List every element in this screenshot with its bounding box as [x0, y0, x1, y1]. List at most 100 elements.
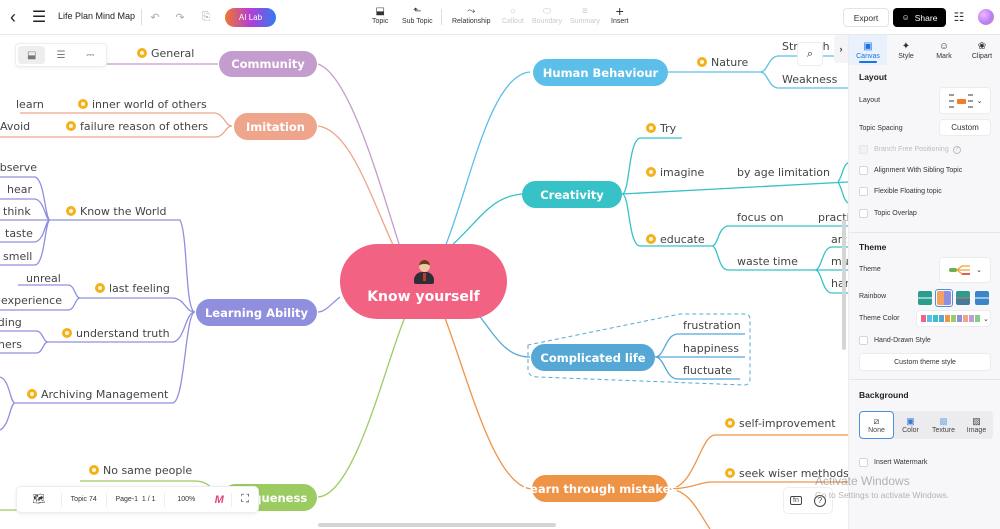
branch-free-positioning-checkbox[interactable]: Branch Free Positioning?: [859, 145, 961, 154]
background-color-button[interactable]: ▣ Color: [894, 411, 927, 439]
topic-button[interactable]: ⬓ Topic: [372, 5, 388, 25]
insert-watermark-checkbox[interactable]: Insert Watermark: [859, 458, 927, 467]
search-button[interactable]: ⌕: [797, 42, 823, 66]
menu-button[interactable]: ☰: [30, 7, 48, 27]
subtopic-try[interactable]: Try: [646, 122, 676, 136]
leaf-hear[interactable]: hear: [7, 183, 32, 197]
presentation-view-button[interactable]: ⎓: [77, 46, 104, 64]
topic-icon: ⬓: [375, 6, 385, 17]
background-texture-button[interactable]: ▩ Texture: [927, 411, 960, 439]
formula-icon[interactable]: fn: [790, 496, 802, 505]
subtopic-imagine[interactable]: imagine: [646, 166, 704, 180]
subtopic-last-feeling[interactable]: last feeling: [95, 282, 170, 296]
app-logo-button[interactable]: M: [207, 487, 231, 512]
status-bar: 🗺︎ Topic 74 Page-1 1 / 1 100% M ⛶: [16, 486, 259, 513]
ai-lab-button[interactable]: AI Lab: [225, 8, 276, 27]
theme-select[interactable]: ⌄: [939, 257, 991, 283]
back-button[interactable]: ‹: [5, 7, 21, 27]
undo-button[interactable]: ↶: [148, 9, 162, 25]
tab-style[interactable]: ✦ Style: [887, 35, 925, 65]
leaf-taste[interactable]: taste: [5, 227, 33, 241]
subtopic-happiness[interactable]: happiness: [683, 342, 739, 356]
subtopic-no-same-people[interactable]: No same people: [89, 464, 192, 478]
share-button[interactable]: ☺ Share: [893, 8, 946, 27]
leaf-think[interactable]: think: [3, 205, 31, 219]
topic-imitation[interactable]: Imitation: [234, 113, 317, 140]
leaf-experience[interactable]: experience: [1, 294, 62, 308]
topic-complicated-life[interactable]: Complicated life: [531, 344, 655, 371]
outline-view-button[interactable]: ☰: [47, 46, 74, 64]
subtopic-archiving[interactable]: Archiving Management: [27, 388, 168, 402]
subtopic-self-improvement[interactable]: self-improvement: [725, 417, 836, 431]
topic-human-behaviour[interactable]: Human Behaviour: [533, 59, 668, 86]
leaf-learn[interactable]: learn: [16, 98, 44, 112]
callout-button[interactable]: ○ Callout: [502, 5, 524, 25]
mindmap-view-button[interactable]: ⬓: [18, 46, 46, 64]
subtopic-know-world[interactable]: Know the World: [66, 205, 166, 219]
user-avatar[interactable]: [978, 9, 994, 25]
page-indicator[interactable]: Page-1 1 / 1: [107, 487, 165, 512]
topic-creativity[interactable]: Creativity: [522, 181, 622, 208]
rainbow-option-4[interactable]: [973, 289, 991, 307]
topic-community[interactable]: Community: [219, 51, 317, 77]
rainbow-option-1[interactable]: [916, 289, 934, 307]
insert-button[interactable]: + Insert: [611, 4, 629, 25]
boundary-label: Boundary: [532, 18, 562, 25]
topic-spacing-button[interactable]: Custom: [939, 119, 991, 136]
leaf-weakness[interactable]: Weakness: [782, 73, 837, 87]
collapse-panel-button[interactable]: ›: [834, 35, 848, 63]
subtopic-educate[interactable]: educate: [646, 233, 705, 247]
leaf-avoid[interactable]: Avoid: [0, 120, 30, 134]
mindmap-canvas[interactable]: ⬓ ☰ ⎓ Know yourself Community Imitation …: [0, 35, 848, 529]
leaf-focus-on[interactable]: focus on: [737, 211, 784, 225]
rainbow-option-2[interactable]: [935, 289, 953, 307]
rainbow-option-3[interactable]: [954, 289, 972, 307]
format-painter-button[interactable]: ⎘: [199, 9, 213, 25]
tab-label: Clipart: [971, 52, 993, 60]
map-overview-button[interactable]: 🗺︎: [17, 487, 61, 512]
subtopic-inner-world[interactable]: inner world of others: [78, 98, 207, 112]
leaf-smell[interactable]: smell: [3, 250, 32, 264]
summary-button[interactable]: ≡ Summary: [570, 5, 600, 25]
subtopic-fluctuate[interactable]: fluctuate: [683, 364, 732, 378]
leaf-by-age-limitation[interactable]: by age limitation: [737, 166, 830, 180]
tab-mark[interactable]: ☺ Mark: [925, 35, 963, 65]
leaf-reading[interactable]: reading: [0, 316, 22, 330]
horizontal-scrollbar[interactable]: [318, 523, 556, 527]
subtopic-button[interactable]: ⬑ Sub Topic: [402, 5, 433, 25]
boundary-button[interactable]: ⬭ Boundary: [532, 5, 562, 25]
subtopic-frustration[interactable]: frustration: [683, 319, 741, 333]
topic-learning-ability[interactable]: Learning Ability: [196, 299, 317, 326]
leaf-waste-time[interactable]: waste time: [737, 255, 798, 269]
topic-learn-through-mistakes[interactable]: Learn through mistakes: [523, 475, 677, 502]
subtopic-understand-truth[interactable]: understand truth: [62, 327, 170, 341]
apps-grid-button[interactable]: ☷: [952, 10, 966, 24]
subtopic-general[interactable]: General: [137, 47, 194, 61]
layout-select[interactable]: ⌄: [939, 87, 991, 114]
tab-canvas[interactable]: ▣ Canvas: [849, 35, 887, 65]
leaf-others[interactable]: others: [0, 338, 22, 352]
zoom-level[interactable]: 100%: [165, 487, 207, 512]
fullscreen-button[interactable]: ⛶: [232, 487, 258, 512]
custom-theme-style-button[interactable]: Custom theme style: [859, 353, 991, 371]
relationship-button[interactable]: ⤳ Relationship: [452, 5, 491, 25]
vertical-scrollbar[interactable]: [842, 220, 846, 350]
background-image-button[interactable]: ▨ Image: [960, 411, 993, 439]
leaf-unreal[interactable]: unreal: [26, 272, 61, 286]
tab-clipart[interactable]: ❀ Clipart: [963, 35, 1000, 65]
redo-button[interactable]: ↷: [173, 9, 187, 25]
hand-drawn-checkbox[interactable]: Hand-Drawn Style: [859, 336, 931, 345]
theme-color-select[interactable]: ⌄: [916, 310, 991, 327]
leaf-observe[interactable]: observe: [0, 161, 37, 175]
background-none-button[interactable]: ⧄ None: [859, 411, 894, 439]
panel-tabs: ▣ Canvas ✦ Style ☺ Mark ❀ Clipart: [849, 35, 1000, 65]
subtopic-failure-reason[interactable]: failure reason of others: [66, 120, 208, 134]
export-button[interactable]: Export: [843, 8, 889, 27]
alignment-sibling-checkbox[interactable]: Alignment With Sibling Topic: [859, 166, 962, 175]
checkbox-label: Alignment With Sibling Topic: [874, 167, 963, 174]
flexible-floating-checkbox[interactable]: Flexible Floating topic: [859, 187, 942, 196]
topic-overlap-checkbox[interactable]: Topic Overlap: [859, 209, 917, 218]
subtopic-nature[interactable]: Nature: [697, 56, 748, 70]
document-title[interactable]: Life Plan Mind Map: [58, 11, 135, 21]
central-topic[interactable]: Know yourself: [340, 244, 507, 319]
